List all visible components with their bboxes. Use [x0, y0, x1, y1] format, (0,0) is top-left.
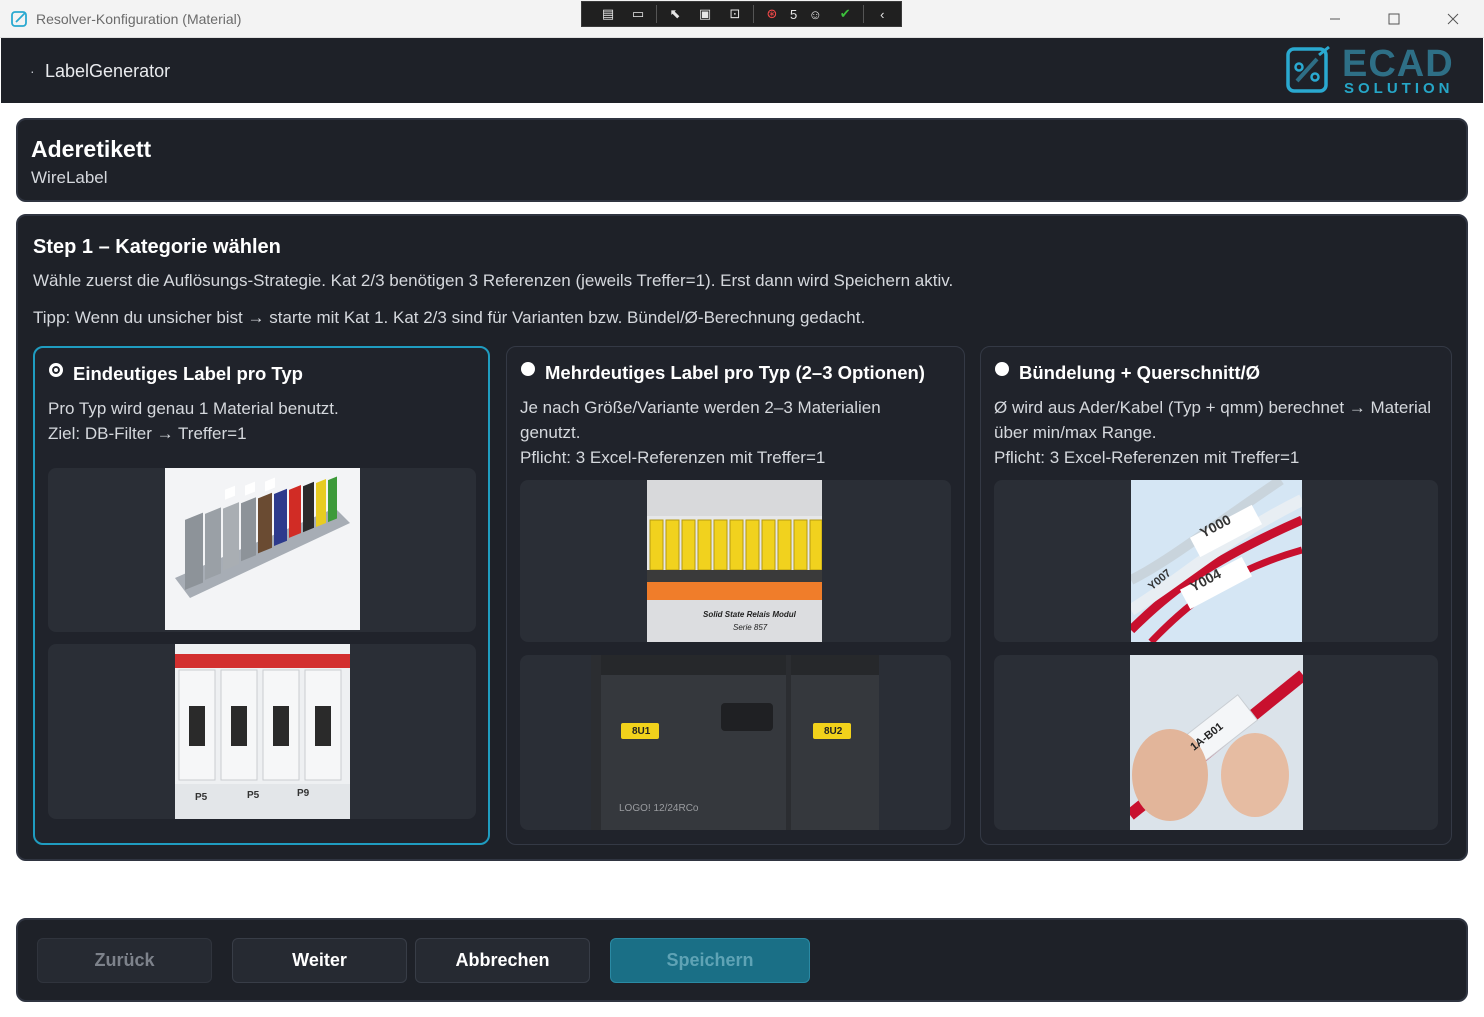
next-button[interactable]: Weiter: [232, 938, 407, 983]
wire-markers-image: Y000 Y004 Y007: [1131, 480, 1302, 642]
minimize-icon: [1330, 18, 1340, 20]
track-focus-icon[interactable]: ⊡: [723, 4, 747, 24]
terminal-blocks-image: [165, 468, 360, 630]
photo-label-8u2: 8U2: [824, 726, 843, 737]
radio-bundling[interactable]: [995, 362, 1009, 376]
example-image-frame: 1A-B01: [994, 655, 1438, 830]
photo-label-p5: P5: [247, 790, 260, 801]
option-text: Je nach Größe/Variante werden 2–3 Materi…: [520, 398, 881, 467]
page-title: Aderetikett: [31, 136, 152, 162]
step-title: Step 1 – Kategorie wählen: [33, 236, 281, 258]
option-text: Pro Typ wird genau 1 Material benutzt. Z…: [48, 399, 339, 443]
window-title: Resolver-Konfiguration (Material): [36, 11, 242, 27]
cable-label-image: 1A-B01: [1130, 655, 1303, 830]
select-element-icon[interactable]: ⬉: [663, 4, 687, 24]
photo-label-series: Serie 857: [733, 623, 768, 632]
radio-ambiguous[interactable]: [521, 362, 535, 376]
plc-modules-image: 8U1 8U2 LOGO! 12/24RCo: [591, 655, 879, 830]
photo-label-p9: P9: [297, 788, 310, 799]
footer-panel: Zurück Weiter Abbrechen Speichern: [16, 918, 1468, 1002]
example-image-frame: P5 P5 P9: [48, 644, 476, 819]
option-text: Ø wird aus Ader/Kabel (Typ + qmm) berech…: [994, 398, 1431, 467]
option-card-bundling[interactable]: Bündelung + Querschnitt/Ø Ø wird aus Ade…: [980, 346, 1452, 845]
example-image-frame: Solid State Relais Modul Serie 857: [520, 480, 951, 642]
app-header: [1, 38, 1483, 103]
page-subtitle: WireLabel: [31, 168, 108, 187]
debug-toolbar: ▤ ▭ ⬉ ▣ ⊡ ⊛ 5 ☺ ✔ ‹: [581, 1, 902, 27]
step-tip: Tipp: Wenn du unsicher bist → starte mit…: [33, 308, 866, 327]
back-button[interactable]: Zurück: [37, 938, 212, 983]
check-icon[interactable]: ✔: [833, 4, 857, 24]
example-image-frame: 8U1 8U2 LOGO! 12/24RCo: [520, 655, 951, 830]
save-button[interactable]: Speichern: [610, 938, 810, 983]
binding-failures-icon[interactable]: ⊛: [760, 4, 784, 24]
app-icon: [11, 11, 27, 27]
breadcrumb[interactable]: LabelGenerator: [45, 61, 170, 82]
radio-unique[interactable]: [49, 363, 63, 377]
minimize-button[interactable]: [1312, 4, 1358, 34]
photo-label-p5: P5: [195, 792, 208, 803]
breadcrumb-separator: ·: [30, 63, 35, 79]
layout-adorner-icon[interactable]: ▣: [693, 4, 717, 24]
ecad-logo: ECAD SOLUTION: [1285, 43, 1460, 97]
logo-subtext: SOLUTION: [1344, 80, 1454, 97]
photo-label-8u1: 8U1: [632, 726, 651, 737]
maximize-button[interactable]: [1371, 4, 1417, 34]
option-card-unique[interactable]: Eindeutiges Label pro Typ Pro Typ wird g…: [33, 346, 490, 845]
window-titlebar: Resolver-Konfiguration (Material) ▤ ▭ ⬉ …: [0, 0, 1484, 38]
video-icon[interactable]: ▭: [626, 4, 650, 24]
option-title: Bündelung + Querschnitt/Ø: [1019, 362, 1261, 383]
ecad-logo-icon: [1286, 45, 1330, 93]
photo-label-relay: Solid State Relais Modul: [703, 610, 796, 619]
relay-module-image: Solid State Relais Modul Serie 857: [647, 480, 822, 642]
close-button[interactable]: [1430, 4, 1476, 34]
step-panel: Step 1 – Kategorie wählen Wähle zuerst d…: [16, 214, 1468, 861]
live-tree-icon[interactable]: ▤: [596, 4, 620, 24]
accessibility-icon[interactable]: ☺: [803, 4, 827, 24]
option-card-ambiguous[interactable]: Mehrdeutiges Label pro Typ (2–3 Optionen…: [506, 346, 965, 845]
example-image-frame: [48, 468, 476, 632]
step-description: Wähle zuerst die Auflösungs-Strategie. K…: [33, 271, 954, 290]
binding-failures-count: 5: [790, 6, 798, 22]
photo-label-logo: LOGO! 12/24RCo: [619, 803, 699, 814]
cancel-button[interactable]: Abbrechen: [415, 938, 590, 983]
close-icon: [1447, 13, 1459, 25]
collapse-chevron-icon[interactable]: ‹: [870, 4, 894, 24]
option-title: Mehrdeutiges Label pro Typ (2–3 Optionen…: [545, 362, 925, 383]
option-title: Eindeutiges Label pro Typ: [73, 363, 303, 384]
example-image-frame: Y000 Y004 Y007: [994, 480, 1438, 642]
label-header-panel: Aderetikett WireLabel: [16, 118, 1468, 202]
maximize-icon: [1388, 13, 1400, 25]
circuit-breakers-image: P5 P5 P9: [175, 644, 350, 819]
